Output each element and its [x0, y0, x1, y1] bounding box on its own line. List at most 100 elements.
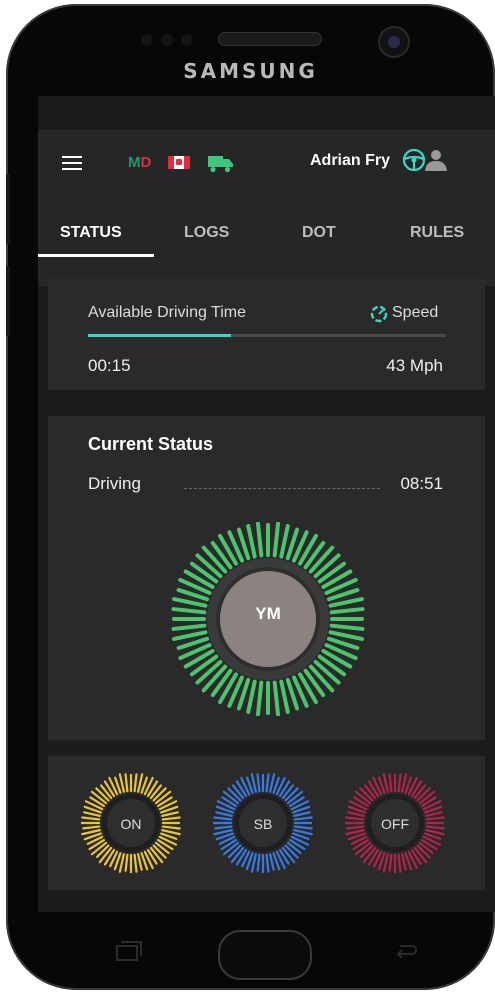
- app-screen: MD Adrian Fry STATUS LOGS DOT RULES Avai…: [38, 96, 495, 912]
- status-buttons-card: ON SB OFF: [48, 756, 485, 890]
- dial-tick: [265, 853, 270, 873]
- dial-tick: [269, 773, 276, 793]
- dial-tick: [171, 623, 207, 631]
- speaker-grille: [218, 32, 322, 46]
- dial-tick: [284, 787, 299, 802]
- dial-tick: [418, 790, 436, 805]
- dial-tick: [201, 545, 228, 574]
- dial-tick: [329, 607, 365, 615]
- back-icon[interactable]: [390, 942, 420, 964]
- user-name[interactable]: Adrian Fry: [310, 152, 390, 170]
- dial-tick: [149, 846, 164, 864]
- speedometer-icon: [370, 305, 388, 323]
- dial-tick: [227, 787, 242, 802]
- front-camera-icon: [378, 26, 410, 58]
- dial-tick: [286, 790, 304, 805]
- dial-tick: [362, 846, 377, 864]
- dial-tick: [313, 553, 341, 579]
- dial-tick: [284, 844, 299, 859]
- dial-tick: [279, 679, 290, 714]
- dial-label: YM: [255, 604, 281, 623]
- dial-tick: [256, 773, 261, 793]
- dial-tick: [201, 664, 228, 693]
- tab-bar: STATUS LOGS DOT RULES: [38, 210, 495, 257]
- steering-wheel-icon[interactable]: [402, 148, 426, 172]
- dial-tick: [90, 841, 108, 856]
- speed-label: Speed: [392, 304, 439, 321]
- dial-tick: [255, 680, 264, 716]
- dial-tick: [246, 524, 257, 559]
- driving-progress-bar: [88, 334, 446, 337]
- dial-tick: [137, 853, 143, 871]
- sleeper-label: SB: [253, 816, 273, 832]
- dial-tick: [382, 853, 389, 873]
- sensor-icon: [181, 34, 193, 46]
- md-badge: MD: [128, 154, 152, 171]
- status-time: 08:51: [400, 474, 443, 493]
- speed-value: 43 Mph: [386, 356, 443, 375]
- dial-tick: [397, 853, 402, 873]
- current-status-card: Current Status Driving 08:51 YM: [48, 416, 485, 740]
- status-bar: [38, 96, 495, 130]
- dial-tick: [98, 846, 113, 864]
- tab-dot[interactable]: DOT: [302, 224, 336, 242]
- dial-tick: [172, 597, 208, 608]
- user-icon[interactable]: [424, 148, 448, 172]
- dial-tick: [397, 773, 402, 793]
- hamburger-icon[interactable]: [62, 156, 82, 170]
- dial-tick: [272, 522, 281, 558]
- active-tab-indicator: [38, 254, 154, 257]
- truck-icon: [208, 156, 233, 173]
- dial-tick: [328, 630, 364, 641]
- dial-tick: [359, 787, 374, 802]
- dial-tick: [195, 659, 223, 685]
- dial-tick: [118, 853, 125, 873]
- current-status-title: Current Status: [88, 434, 214, 454]
- tab-rules[interactable]: RULES: [410, 224, 464, 242]
- dial-tick: [416, 787, 431, 802]
- dial-tick: [329, 623, 365, 631]
- sensor-icon: [141, 34, 153, 46]
- dial-tick: [388, 853, 393, 872]
- dial-tick: [281, 846, 296, 864]
- driving-progress-fill: [88, 334, 232, 337]
- dial-tick: [222, 841, 240, 856]
- tab-logs[interactable]: LOGS: [184, 224, 229, 242]
- dial-tick: [171, 607, 207, 615]
- tab-status[interactable]: STATUS: [60, 224, 122, 242]
- dial-tick: [195, 553, 223, 579]
- dial-tick: [172, 630, 208, 641]
- recent-apps-icon[interactable]: [113, 940, 143, 964]
- dial-tick: [256, 853, 261, 872]
- dial-tick: [133, 853, 138, 873]
- dial-tick: [413, 846, 428, 864]
- dial-tick: [222, 790, 240, 805]
- off-duty-label: OFF: [381, 816, 409, 832]
- dashed-divider: [184, 488, 380, 489]
- dial-tick: [154, 790, 172, 805]
- dial-tick: [152, 844, 167, 859]
- canada-flag-icon: [168, 156, 190, 169]
- dial-tick: [265, 773, 270, 793]
- on-duty-label: ON: [120, 816, 142, 832]
- volume-button-2: [6, 266, 10, 336]
- dial-tick: [124, 773, 129, 793]
- dial-tick: [250, 853, 257, 873]
- volume-button: [6, 174, 10, 244]
- dial-tick: [137, 773, 144, 793]
- driving-time-card: Available Driving Time Speed 00:15 43 Mp…: [48, 278, 485, 390]
- dial-tick: [313, 659, 341, 685]
- home-button-icon[interactable]: [218, 930, 312, 980]
- dial-tick: [354, 841, 372, 856]
- dial-tick: [95, 787, 110, 802]
- dial-tick: [90, 790, 108, 805]
- dial-tick: [246, 679, 257, 714]
- dial-tick: [354, 790, 372, 805]
- available-driving-label: Available Driving Time: [88, 304, 246, 321]
- dial-tick: [152, 787, 167, 802]
- dial-tick: [382, 773, 389, 793]
- sensor-icon: [161, 34, 173, 46]
- dial-tick: [279, 524, 290, 559]
- dial-tick: [124, 853, 129, 872]
- dial-tick: [230, 846, 245, 864]
